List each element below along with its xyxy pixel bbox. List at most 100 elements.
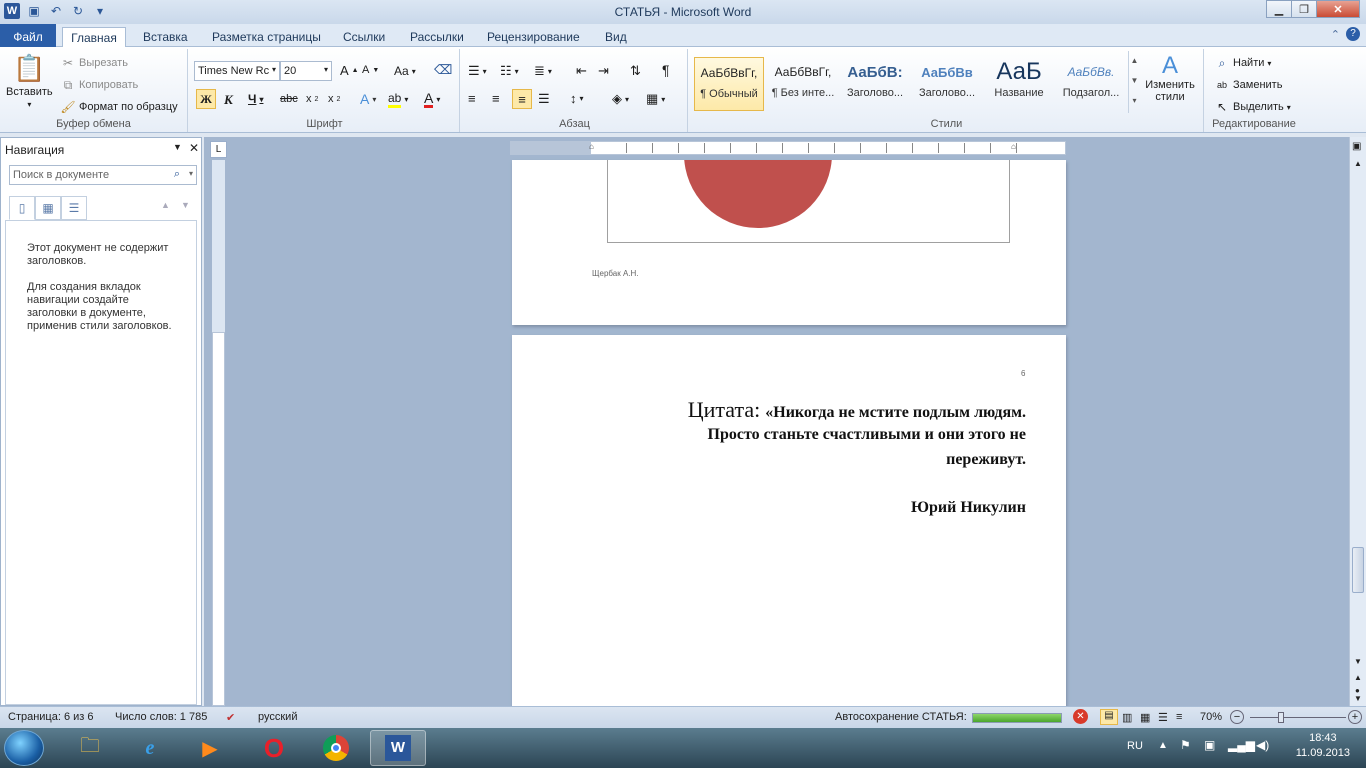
tab-view[interactable]: Вид <box>605 27 627 47</box>
word-count[interactable]: Число слов: 1 785 <box>115 711 207 723</box>
format-painter-button[interactable]: 🖌 Формат по образцу <box>60 99 177 115</box>
pane-options-icon[interactable]: ▼ <box>173 142 182 152</box>
copy-button[interactable]: ⧉ Копировать <box>60 77 139 93</box>
opera-taskbar-icon[interactable]: O <box>246 730 302 766</box>
word-taskbar-icon[interactable]: W <box>370 730 426 766</box>
quote-line-2[interactable]: Просто станьте счастливыми и они этого н… <box>708 426 1027 444</box>
draft-view-icon[interactable]: ≡ <box>1176 711 1182 723</box>
text-effects-button[interactable]: A ▾ <box>360 91 376 107</box>
flag-icon[interactable]: ⚑ <box>1180 738 1191 752</box>
bold-button[interactable]: Ж <box>196 89 216 109</box>
zoom-in-icon[interactable]: + <box>1348 710 1362 724</box>
change-styles-button[interactable]: A Изменить стили <box>1142 53 1198 104</box>
shading-button[interactable]: ◈ ▾ <box>612 91 629 107</box>
find-button[interactable]: ⌕ Найти ▾ <box>1214 55 1272 71</box>
highlight-button[interactable]: ab ▾ <box>388 91 408 108</box>
italic-button[interactable]: К <box>224 92 233 108</box>
tab-file[interactable]: Файл <box>0 24 56 47</box>
search-icon[interactable]: ⌕ <box>174 168 180 181</box>
input-language[interactable]: RU <box>1127 740 1143 752</box>
ruler-toggle-icon[interactable]: ▣ <box>1352 141 1361 152</box>
help-icon[interactable]: ? <box>1346 27 1360 41</box>
style-no-spacing[interactable]: АаБбВвГг, ¶ Без инте... <box>768 57 838 111</box>
clear-formatting-icon[interactable]: ⌫ <box>434 62 452 78</box>
close-pane-icon[interactable]: ✕ <box>189 141 199 155</box>
web-layout-view-icon[interactable]: ▦ <box>1140 711 1150 724</box>
zoom-slider-thumb[interactable] <box>1278 712 1284 723</box>
increase-indent-button[interactable]: ⇥ <box>598 63 609 79</box>
scroll-down-icon[interactable]: ▼ <box>1354 657 1362 666</box>
strikethrough-button[interactable]: abc <box>280 93 298 105</box>
minimize-ribbon-icon[interactable]: ⌃ <box>1331 28 1340 41</box>
tab-mailings[interactable]: Рассылки <box>410 27 464 47</box>
maximize-button[interactable]: ❐ <box>1291 0 1317 18</box>
scroll-thumb[interactable] <box>1352 547 1364 593</box>
select-button[interactable]: ↖ Выделить ▾ <box>1214 99 1291 115</box>
subscript-button[interactable]: x2 <box>306 93 318 105</box>
font-name-combo[interactable]: Times New Rc ▾ <box>194 61 280 81</box>
outline-view-icon[interactable]: ☰ <box>1158 711 1168 724</box>
language-indicator[interactable]: русский <box>258 711 297 723</box>
horizontal-ruler[interactable]: ⌂ ⌂ <box>510 141 1066 155</box>
network-icon[interactable]: ▂▄▆ <box>1228 738 1255 752</box>
style-normal[interactable]: АаБбВвГг, ¶ Обычный <box>694 57 764 111</box>
quote-author[interactable]: Юрий Никулин <box>911 499 1026 517</box>
proofing-icon[interactable]: ✔ <box>226 711 235 724</box>
pages-tab[interactable]: ▦ <box>35 196 61 220</box>
style-title[interactable]: АаБ Название <box>984 57 1054 111</box>
decrease-indent-button[interactable]: ⇤ <box>576 63 587 79</box>
internet-explorer-taskbar-icon[interactable]: e <box>122 730 178 766</box>
replace-button[interactable]: ab Заменить <box>1214 77 1282 93</box>
zoom-out-icon[interactable]: − <box>1230 710 1244 724</box>
media-player-taskbar-icon[interactable]: ▶ <box>182 730 238 766</box>
device-icon[interactable]: ▣ <box>1204 738 1215 752</box>
paste-button[interactable]: 📋 Вставить ▾ <box>6 53 53 109</box>
chrome-taskbar-icon[interactable] <box>308 730 364 766</box>
tab-references[interactable]: Ссылки <box>343 27 385 47</box>
tray-expand-icon[interactable]: ▲ <box>1158 740 1168 751</box>
multilevel-list-button[interactable]: ≣ ▾ <box>534 63 552 79</box>
quote-line-3[interactable]: переживут. <box>946 451 1026 469</box>
superscript-button[interactable]: x2 <box>328 93 340 105</box>
font-size-combo[interactable]: 20 ▾ <box>280 61 332 81</box>
change-case-button[interactable]: Aa ▾ <box>394 64 416 78</box>
print-layout-view-icon[interactable]: ▤ <box>1100 709 1118 725</box>
results-tab[interactable]: ☰ <box>61 196 87 220</box>
clock[interactable]: 18:43 11.09.2013 <box>1296 731 1350 761</box>
full-screen-view-icon[interactable]: ▥ <box>1122 711 1132 724</box>
style-heading-1[interactable]: АаБбВ: Заголово... <box>840 57 910 111</box>
font-color-button[interactable]: A ▾ <box>424 91 440 108</box>
zoom-level[interactable]: 70% <box>1200 711 1222 723</box>
indent-marker-icon[interactable]: ⌂ <box>589 142 594 151</box>
zoom-slider[interactable] <box>1250 717 1346 718</box>
underline-button[interactable]: Ч ▾ <box>248 92 263 106</box>
sort-button[interactable]: ⇅ <box>630 63 641 79</box>
numbering-button[interactable]: ☷ ▾ <box>500 63 519 79</box>
align-center-button[interactable]: ≡ <box>492 91 500 106</box>
vertical-ruler[interactable] <box>212 160 225 706</box>
page-indicator[interactable]: Страница: 6 из 6 <box>8 711 94 723</box>
headings-tab[interactable]: ▯ <box>9 196 35 220</box>
borders-button[interactable]: ▦ ▾ <box>646 91 665 107</box>
chart-frame[interactable] <box>607 160 1010 243</box>
scroll-up-icon[interactable]: ▲ <box>1354 159 1362 168</box>
grow-font-button[interactable]: A ▲ <box>340 63 359 78</box>
styles-scroll[interactable]: ▲ ▼ ▾ <box>1128 51 1140 113</box>
align-right-button[interactable]: ≡ <box>512 89 532 109</box>
line-spacing-button[interactable]: ↕ ▾ <box>570 91 584 106</box>
tab-review[interactable]: Рецензирование <box>487 27 580 47</box>
start-button[interactable] <box>4 730 44 766</box>
search-dropdown-icon[interactable]: ▾ <box>189 169 193 178</box>
shrink-font-button[interactable]: A ▼ <box>362 64 379 76</box>
next-heading-icon[interactable]: ▼ <box>181 200 190 210</box>
vertical-scrollbar[interactable]: ▣ ▲ ▼ ▲ ● ▼ <box>1349 137 1366 706</box>
next-page-icon[interactable]: ▼ <box>1354 694 1362 703</box>
cancel-autosave-icon[interactable]: ✕ <box>1073 709 1088 724</box>
style-subtitle[interactable]: АаБбВв. Подзагол... <box>1056 57 1126 111</box>
close-button[interactable]: ✕ <box>1316 0 1360 18</box>
justify-button[interactable]: ☰ <box>538 91 550 107</box>
tab-page-layout[interactable]: Разметка страницы <box>212 27 321 47</box>
explorer-taskbar-icon[interactable]: 🗀 <box>62 730 118 766</box>
quote-first-line[interactable]: Цитата: «Никогда не мстите подлым людям. <box>688 397 1026 423</box>
cut-button[interactable]: ✂ Вырезать <box>60 55 128 71</box>
